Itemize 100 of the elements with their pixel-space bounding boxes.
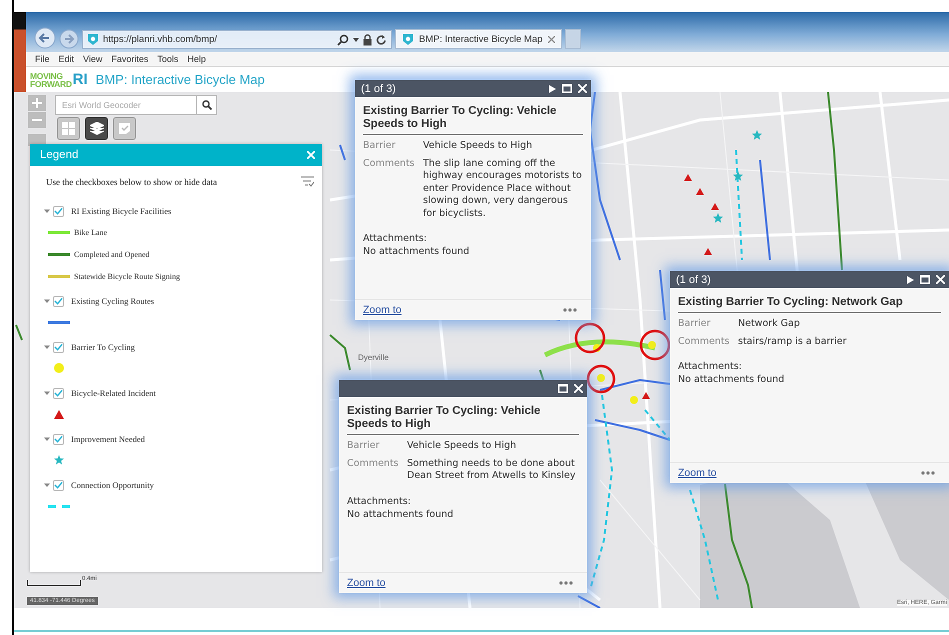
menu-item[interactable]: Tools (157, 54, 178, 64)
field-label: Comments (363, 158, 416, 170)
field-label: Comments (678, 336, 730, 348)
layers-button[interactable] (85, 117, 108, 140)
maximize-icon[interactable] (558, 384, 568, 393)
basemap-button[interactable] (57, 117, 80, 140)
caret-icon[interactable] (44, 436, 50, 442)
incident-marker[interactable] (711, 203, 719, 210)
filter-icon[interactable] (301, 176, 314, 187)
legend-icon (118, 122, 131, 135)
layer-checkbox[interactable] (53, 388, 64, 398)
app-title: BMP: Interactive Bicycle Map (96, 72, 265, 87)
address-bar[interactable]: https://planri.vhb.com/bmp/ (82, 30, 392, 49)
field-label: Comments (347, 458, 400, 470)
field-value: Something needs to be done about Dean Street from Atwells to Kinsley (407, 458, 576, 482)
attachments-value: No attachments found (678, 373, 784, 386)
attachments-label: Attachments: (678, 360, 742, 373)
popup-title: Existing Barrier To Cycling: Vehicle Speeds to High (363, 105, 583, 135)
highlight-ring (640, 330, 670, 360)
caret-icon[interactable] (44, 482, 50, 488)
caret-icon[interactable] (44, 344, 50, 350)
zoom-to-link[interactable]: Zoom to (347, 577, 386, 589)
next-icon[interactable] (549, 84, 556, 92)
legend-title: Legend (40, 149, 78, 161)
incident-marker[interactable] (704, 248, 712, 255)
caret-icon[interactable] (44, 390, 50, 396)
barrier-marker[interactable] (597, 374, 605, 382)
incident-marker[interactable] (696, 188, 704, 195)
field-label: Barrier (363, 140, 396, 152)
zoom-to-link[interactable]: Zoom to (363, 304, 402, 316)
layer-checkbox[interactable] (53, 342, 64, 352)
popup-title: Existing Barrier To Cycling: Vehicle Speeds to High (347, 405, 579, 435)
star-marker[interactable] (733, 171, 743, 181)
field-label: Barrier (678, 318, 712, 330)
search-button[interactable] (197, 95, 217, 115)
legend-button[interactable] (113, 117, 136, 140)
forward-icon[interactable] (59, 29, 79, 49)
layer-checkbox[interactable] (53, 296, 64, 306)
site-icon (87, 33, 99, 46)
refresh-icon[interactable] (376, 34, 387, 46)
incident-marker[interactable] (642, 392, 650, 399)
browser-tab[interactable]: BMP: Interactive Bicycle Map (395, 29, 562, 49)
menu-item[interactable]: View (83, 54, 102, 64)
field-value: stairs/ramp is a barrier (738, 336, 847, 348)
layer-name: RI Existing Bicycle Facilities (71, 206, 172, 216)
layer-name: Improvement Needed (71, 434, 145, 444)
layer-checkbox[interactable] (53, 206, 64, 216)
barrier-marker[interactable] (630, 396, 638, 404)
layer-name: Existing Cycling Routes (71, 296, 154, 306)
scale-bar (27, 580, 81, 586)
maximize-icon[interactable] (562, 84, 572, 93)
lock-icon (363, 34, 372, 46)
highlight-ring (574, 322, 606, 354)
tab-title: BMP: Interactive Bicycle Map (419, 34, 543, 44)
more-icon[interactable] (921, 471, 935, 475)
barrier-marker[interactable] (648, 341, 656, 349)
symbol-label: Statewide Bicycle Route Signing (74, 272, 180, 280)
field-value: The slip lane coming off the highway encourages motorists to enter Providence Place without slowing down, very dangerous for bicyclists. (423, 158, 583, 220)
star-marker[interactable] (713, 213, 723, 223)
incident-marker[interactable] (684, 174, 692, 181)
url-text: https://planri.vhb.com/bmp/ (103, 34, 218, 45)
legend-instruction: Use the checkboxes below to show or hide data (46, 176, 217, 186)
menu-item[interactable]: File (35, 54, 50, 64)
popup-pager: (1 of 3) (676, 274, 711, 286)
field-label: Barrier (347, 440, 380, 452)
caret-icon[interactable] (44, 208, 50, 214)
attachments-value: No attachments found (347, 508, 454, 520)
barrier-marker[interactable] (593, 344, 601, 352)
zoom-out-icon[interactable] (28, 112, 46, 128)
popup-title: Existing Barrier To Cycling: Network Gap (678, 296, 941, 313)
dropdown-caret-icon[interactable] (353, 38, 359, 42)
zoom-in-icon[interactable] (28, 95, 46, 111)
place-label: Dyerville (358, 353, 389, 362)
more-icon[interactable] (559, 581, 573, 585)
layer-checkbox[interactable] (53, 434, 64, 444)
maximize-icon[interactable] (920, 275, 930, 284)
more-icon[interactable] (563, 308, 577, 312)
search-icon[interactable] (337, 34, 349, 46)
symbol-label: Bike Lane (74, 228, 108, 236)
star-marker[interactable] (752, 130, 762, 140)
logo-text: MOVING (30, 72, 64, 80)
attachments-value: No attachments found (363, 245, 470, 258)
search-field[interactable]: Esri World Geocoder (55, 95, 197, 115)
grid-icon (62, 122, 75, 135)
menu-item[interactable]: Help (187, 54, 206, 64)
caret-icon[interactable] (44, 298, 50, 304)
layer-name: Connection Opportunity (71, 480, 154, 490)
attachments-label: Attachments: (363, 232, 427, 245)
layer-checkbox[interactable] (53, 480, 64, 490)
zoom-to-link[interactable]: Zoom to (678, 467, 717, 479)
symbol-label: Completed and Opened (74, 250, 150, 258)
search-icon (202, 100, 212, 110)
next-icon[interactable] (907, 276, 914, 284)
attachments-label: Attachments: (347, 494, 411, 508)
field-value: Vehicle Speeds to High (423, 140, 532, 152)
close-icon[interactable] (548, 36, 555, 42)
site-icon (402, 32, 414, 46)
menu-item[interactable]: Edit (58, 54, 74, 64)
back-icon[interactable] (34, 27, 56, 49)
menu-item[interactable]: Favorites (111, 54, 148, 64)
